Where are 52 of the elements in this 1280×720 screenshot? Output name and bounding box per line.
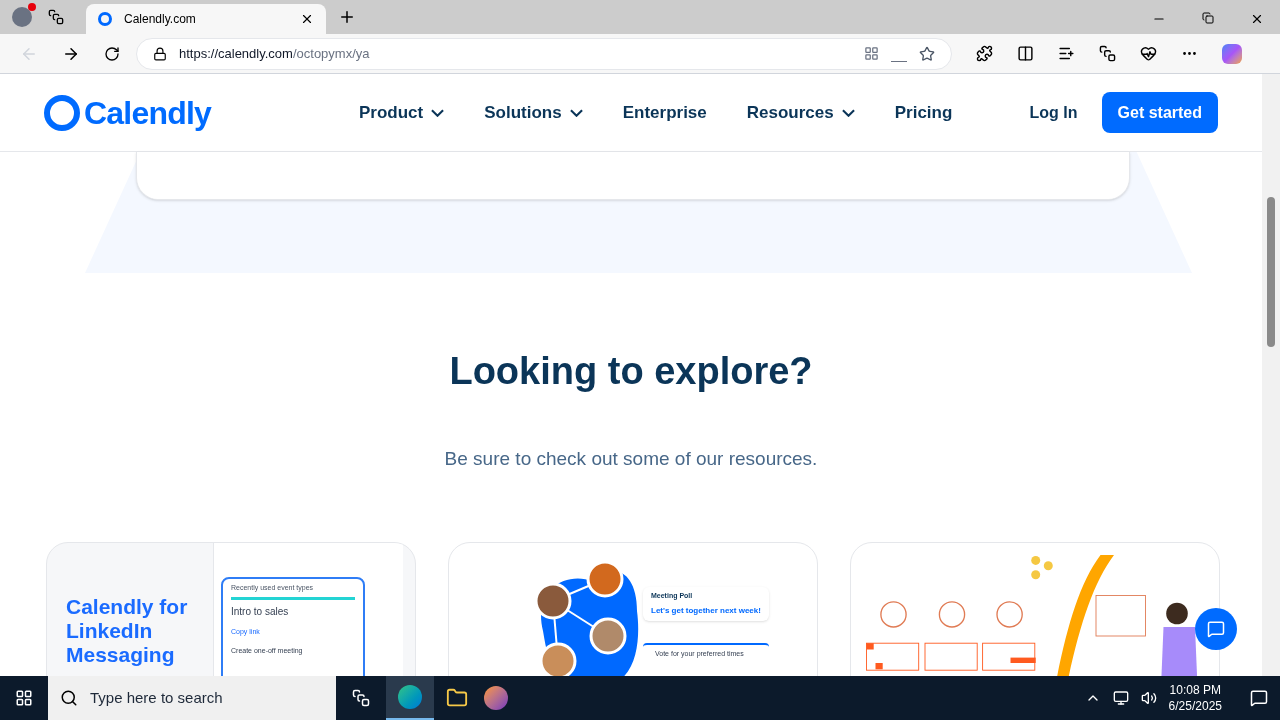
- nav-item[interactable]: Product: [359, 99, 445, 126]
- date-text: 6/25/2025: [1168, 698, 1222, 714]
- chat-icon: [1207, 620, 1225, 638]
- edge-taskbar-icon[interactable]: [386, 676, 434, 720]
- chat-button[interactable]: [1195, 608, 1237, 650]
- split-screen-icon[interactable]: [1017, 45, 1034, 62]
- favorite-icon[interactable]: [919, 45, 935, 62]
- login-link[interactable]: Log In: [1029, 100, 1078, 125]
- health-icon[interactable]: [1140, 45, 1157, 62]
- search-placeholder: Type here to search: [90, 687, 223, 708]
- logo[interactable]: Calendly: [44, 88, 211, 137]
- copilot-icon[interactable]: [1222, 43, 1242, 64]
- browser-tab[interactable]: Calendly.com: [86, 4, 326, 34]
- poll-text: Let's get together next week!: [651, 605, 761, 617]
- nav-item[interactable]: Enterprise: [622, 99, 707, 126]
- logo-icon: [44, 94, 80, 131]
- address-bar[interactable]: https://calendly.com/octopymx/ya: [136, 37, 952, 70]
- restore-icon[interactable]: [1202, 12, 1214, 24]
- nav-item[interactable]: Resources: [746, 99, 855, 126]
- section-subheading: Be sure to check out some of our resources.: [444, 447, 818, 471]
- notifications-icon[interactable]: [1250, 689, 1268, 707]
- section-heading: Looking to explore?: [449, 349, 813, 394]
- card-title: Calendly for LinkedIn Messaging: [66, 594, 189, 667]
- reload-icon[interactable]: [104, 45, 120, 62]
- task-view-icon[interactable]: [352, 689, 370, 707]
- url-text: https://calendly.com/octopymx/ya: [179, 44, 371, 63]
- firefox-taskbar-icon[interactable]: [484, 686, 508, 710]
- nav-item[interactable]: Pricing: [894, 99, 953, 126]
- close-window-icon[interactable]: [1250, 12, 1264, 26]
- search-icon: [60, 689, 78, 707]
- network-icon[interactable]: [1112, 690, 1129, 706]
- windows-icon: [15, 689, 33, 707]
- extensions-icon[interactable]: [976, 45, 993, 62]
- tab-actions-icon[interactable]: [48, 9, 64, 25]
- scrollbar[interactable]: [1262, 74, 1280, 676]
- collections-icon[interactable]: [1099, 45, 1116, 62]
- nav-item[interactable]: Solutions: [484, 99, 583, 126]
- clock[interactable]: 10:08 PM 6/25/2025: [1168, 682, 1222, 714]
- lock-icon: [153, 46, 167, 61]
- logo-text: Calendly: [84, 93, 211, 133]
- close-tab-icon[interactable]: [300, 12, 314, 26]
- app-icon[interactable]: [864, 46, 879, 61]
- time-text: 10:08 PM: [1169, 682, 1221, 698]
- new-tab-icon[interactable]: [338, 8, 356, 26]
- tab-title: Calendly.com: [124, 11, 197, 28]
- volume-icon[interactable]: [1140, 690, 1157, 706]
- get-started-button[interactable]: Get started: [1101, 92, 1218, 133]
- favicon-icon: [98, 12, 112, 26]
- favorites-icon[interactable]: [1058, 45, 1075, 62]
- taskbar-search[interactable]: Type here to search: [48, 676, 336, 720]
- event-name: Intro to sales: [231, 605, 290, 619]
- explorer-taskbar-icon[interactable]: [446, 687, 468, 709]
